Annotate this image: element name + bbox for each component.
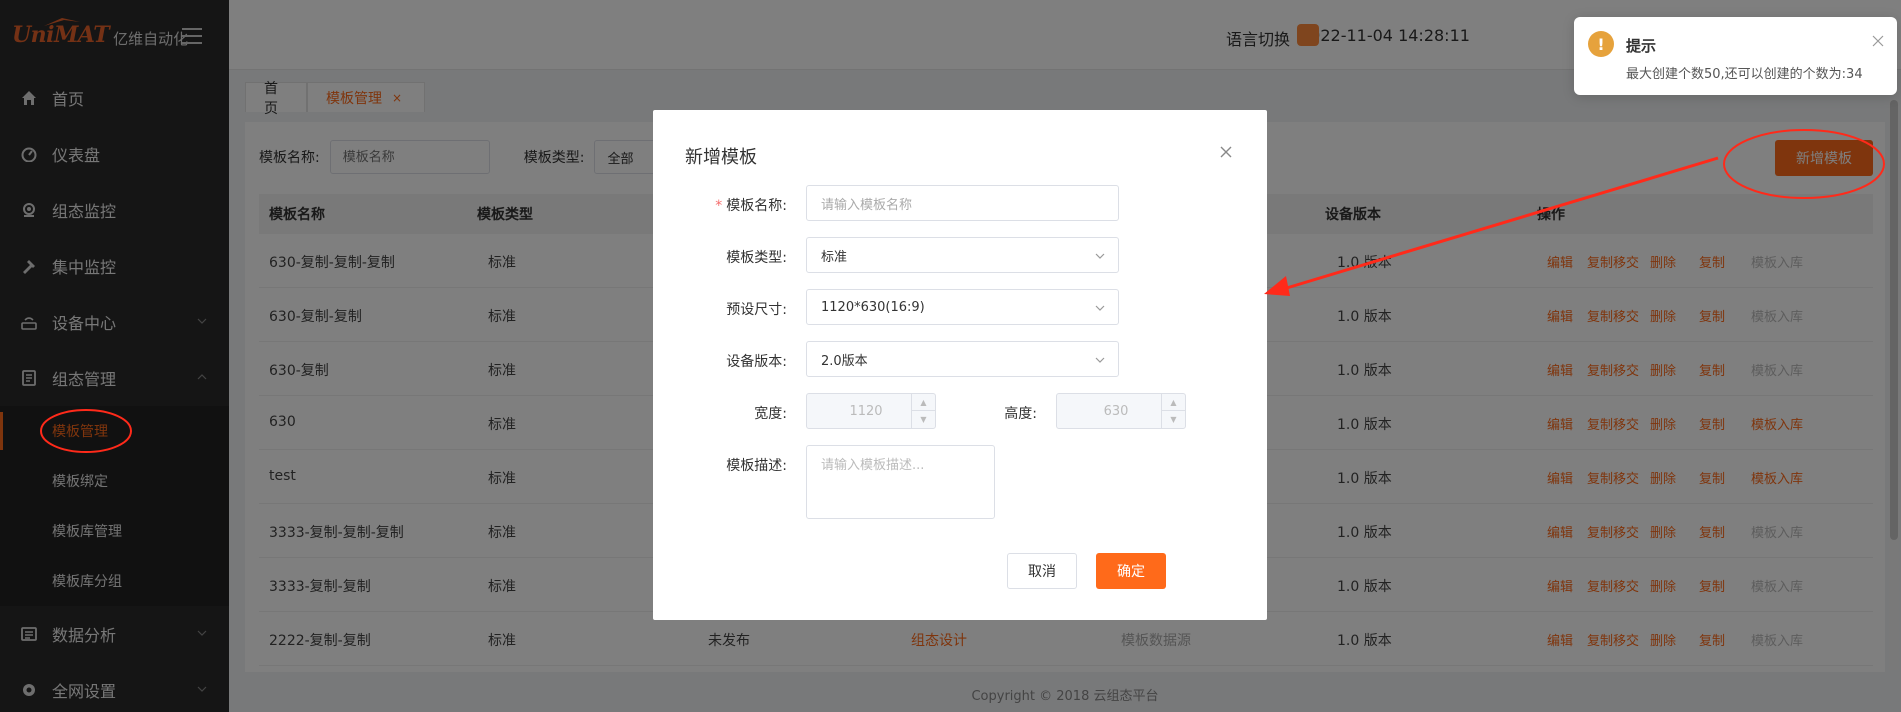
- size-field-label: 预设尺寸:: [726, 302, 787, 318]
- confirm-button[interactable]: 确定: [1096, 553, 1166, 589]
- template-type-value: 标准: [821, 249, 848, 265]
- name-field-label: * 模板名称:: [715, 198, 787, 214]
- increment-icon[interactable]: ▲: [1162, 394, 1185, 411]
- chevron-down-icon: [1095, 357, 1105, 363]
- close-icon[interactable]: [1872, 35, 1884, 47]
- device-version-value: 2.0版本: [821, 353, 868, 369]
- close-icon[interactable]: [1218, 144, 1234, 160]
- template-desc-textarea[interactable]: 请输入模板描述...: [806, 445, 995, 519]
- width-value: 1120: [849, 403, 883, 419]
- notification-title: 提示: [1626, 37, 1657, 55]
- cancel-button[interactable]: 取消: [1007, 553, 1077, 589]
- notification-toast: ! 提示 最大创建个数50,还可以创建的个数为:34: [1574, 17, 1897, 95]
- width-field-label: 宽度:: [754, 406, 787, 422]
- preset-size-value: 1120*630(16:9): [821, 299, 925, 315]
- chevron-down-icon: [1095, 253, 1105, 259]
- chevron-down-icon: [1095, 305, 1105, 311]
- height-value: 630: [1103, 403, 1129, 419]
- add-template-dialog: 新增模板 * 模板名称: 请输入模板名称 模板类型: 标准 预设尺寸: 1120*…: [653, 110, 1267, 620]
- notification-message: 最大创建个数50,还可以创建的个数为:34: [1626, 67, 1863, 82]
- preset-size-select[interactable]: 1120*630(16:9): [806, 289, 1119, 325]
- version-field-label: 设备版本:: [726, 354, 787, 370]
- height-stepper-buttons[interactable]: ▲ ▼: [1161, 394, 1185, 428]
- template-name-input[interactable]: 请输入模板名称: [806, 185, 1119, 221]
- desc-field-label: 模板描述:: [726, 458, 787, 474]
- dialog-title: 新增模板: [685, 147, 757, 168]
- width-stepper[interactable]: 1120 ▲ ▼: [806, 393, 936, 429]
- warning-icon: !: [1588, 31, 1614, 57]
- height-stepper[interactable]: 630 ▲ ▼: [1056, 393, 1186, 429]
- template-type-select[interactable]: 标准: [806, 237, 1119, 273]
- device-version-select[interactable]: 2.0版本: [806, 341, 1119, 377]
- type-field-label: 模板类型:: [726, 250, 787, 266]
- decrement-icon[interactable]: ▼: [1162, 411, 1185, 428]
- height-field-label: 高度:: [1004, 406, 1037, 422]
